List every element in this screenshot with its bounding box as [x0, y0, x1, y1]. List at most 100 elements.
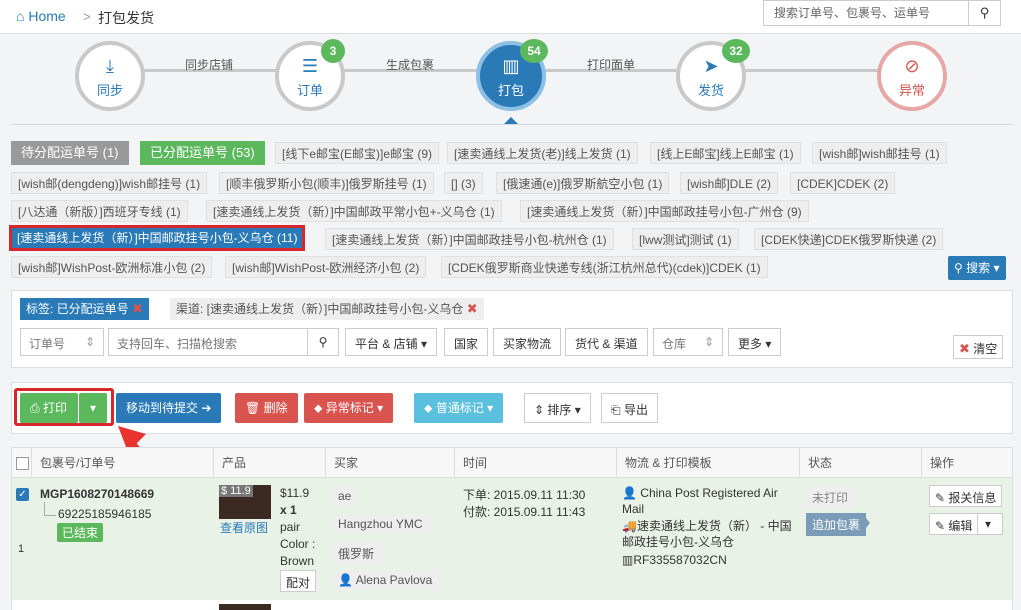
delete-label: 删除 [263, 401, 288, 415]
buyer-logistics-button[interactable]: 买家物流 [493, 328, 562, 356]
step-exception[interactable]: ⊘ 异常 [877, 41, 947, 111]
breadcrumb-separator: > [83, 9, 91, 24]
tab-pending-assign[interactable]: 待分配运单号 (1) [11, 141, 129, 165]
barcode-icon: ▥ [622, 553, 634, 567]
sort-dropdown[interactable]: ⇕ 排序 ▾ [524, 393, 591, 423]
channel-tag[interactable]: [速卖通线上发货（新）]中国邮政挂号小包-广州仓 (9) [520, 200, 809, 222]
platform-store-dropdown[interactable]: 平台 & 店铺 ▾ [345, 328, 438, 356]
chevron-down-icon: ▾ [985, 517, 992, 531]
updown-icon: ⇕ [84, 335, 95, 349]
step-label-sync-store: 同步店铺 [185, 58, 234, 72]
column-header: 物流 & 打印模板 [617, 448, 800, 478]
breadcrumb-home[interactable]: ⌂ Home [16, 8, 66, 24]
view-original-image-link[interactable]: 查看原图 [220, 519, 268, 536]
top-search-input[interactable]: 搜索订单号、包裹号、运单号 [763, 0, 969, 26]
channel-tag[interactable]: [线下e邮宝(E邮宝)]e邮宝 (9) [275, 142, 440, 164]
channel-tag[interactable]: [] (3) [444, 172, 483, 194]
channel-tag[interactable]: [速卖通线上发货（新）]中国邮政平常小包+-义乌仓 (1) [206, 200, 502, 222]
customs-info-label: 报关信息 [948, 491, 997, 505]
active-filter-channel: 渠道: [速卖通线上发货（新）]中国邮政挂号小包-义乌仓 ✖ [170, 298, 484, 320]
scan-search-button[interactable]: ⚲ [307, 328, 339, 356]
price-badge: $ 11.9 [219, 485, 253, 497]
warehouse-select[interactable]: 仓库 ⇕ [653, 328, 723, 356]
exception-mark-button[interactable]: ⬥ 异常标记 ▾ [304, 393, 394, 423]
column-header: 操作 [922, 448, 1012, 478]
sort-label: 排序 [547, 403, 572, 417]
buyer-name: 👤 Alena Pavlova [332, 570, 439, 590]
order-number-select[interactable]: 订单号 ⇕ [20, 328, 104, 356]
channel-tag[interactable]: [wish邮]WishPost-欧洲标准小包 (2) [11, 256, 213, 278]
channel-tag[interactable]: [lww测试]测试 (1) [632, 228, 739, 250]
search-toggle-button[interactable]: ⚲ 搜索 ▾ [948, 256, 1006, 280]
chevron-down-icon: ▾ [89, 401, 97, 415]
normal-mark-button[interactable]: ⬥ 普通标记 ▾ [414, 393, 504, 423]
select-all-checkbox[interactable] [16, 457, 29, 471]
more-dropdown[interactable]: 更多 ▾ [728, 328, 782, 356]
next-row-peek [12, 600, 1012, 610]
column-header: 产品 [214, 448, 326, 478]
channel-tag[interactable]: [wish邮]DLE (2) [680, 172, 779, 194]
move-to-pending-button[interactable]: 移动到待提交 ➔ [116, 393, 222, 423]
tab-assigned[interactable]: 已分配运单号 (53) [140, 141, 265, 165]
channel-tag[interactable]: [速卖通线上发货（新）]中国邮政挂号小包-杭州仓 (1) [325, 228, 614, 250]
step-pack-badge: 54 [520, 39, 548, 63]
edit-button[interactable]: ✎ 编辑 [929, 513, 979, 535]
close-icon[interactable]: ✖ [467, 301, 478, 316]
platform-store-label: 平台 & 店铺 [355, 337, 418, 351]
channel-tag[interactable]: [八达通（新版）]西班牙专线 (1) [11, 200, 188, 222]
customs-info-button[interactable]: ✎ 报关信息 [929, 485, 1003, 507]
goods-channel-button[interactable]: 货代 & 渠道 [565, 328, 648, 356]
close-icon[interactable]: ✖ [132, 301, 143, 316]
export-label: 导出 [623, 403, 648, 417]
country-button[interactable]: 国家 [444, 328, 489, 356]
pay-time: 付款: 2015.09.11 11:43 [463, 505, 586, 519]
add-package-arrow [862, 513, 870, 533]
channel-tag[interactable]: [速卖通线上发货(老)]线上发货 (1) [447, 142, 638, 164]
package-number[interactable]: MGP1608270148669 [40, 487, 154, 501]
updown-icon: ⇕ [703, 335, 714, 349]
exception-mark-label: 异常标记 [325, 401, 374, 415]
channel-tag[interactable]: [CDEK俄罗斯商业快递专线(浙江杭州总代)(cdek)]CDEK (1) [441, 256, 768, 278]
channel-tag-selected[interactable]: [速卖通线上发货（新）]中国邮政挂号小包-义乌仓 (11) [9, 225, 306, 251]
active-filter-channel-label: 渠道: [速卖通线上发货（新）]中国邮政挂号小包-义乌仓 [176, 302, 464, 316]
column-header: 时间 [455, 448, 617, 478]
row-checkbox[interactable]: ✓ [16, 488, 29, 501]
print-icon: ⎙ [30, 401, 40, 415]
search-icon: ⚲ [979, 5, 990, 20]
step-sync[interactable]: ⤓ 同步 [75, 41, 145, 111]
search-icon: ⚲ [318, 335, 328, 349]
channel-tag[interactable]: [线上E邮宝]线上E邮宝 (1) [650, 142, 801, 164]
carrier-text: China Post Registered Air Mail [622, 486, 778, 516]
edit-icon: ✎ [935, 519, 946, 533]
top-search-button[interactable]: ⚲ [968, 0, 1001, 26]
channel-tag[interactable]: [wish邮]wish邮挂号 (1) [812, 142, 947, 164]
step-label-print-label: 打印面单 [587, 58, 636, 72]
print-button[interactable]: ⎙ 打印 [20, 393, 78, 423]
channel-tag[interactable]: [俄速通(e)]俄罗斯航空小包 (1) [496, 172, 670, 194]
breadcrumb-home-link[interactable]: Home [28, 8, 65, 24]
chevron-down-icon: ▾ [993, 261, 1000, 275]
channel-tag[interactable]: [wish邮(dengdeng)]wish邮挂号 (1) [11, 172, 208, 194]
edit-dropdown-toggle[interactable]: ▾ [977, 513, 1003, 535]
export-button[interactable]: ⎗ 导出 [601, 393, 658, 423]
match-button[interactable]: 配对 [280, 570, 317, 592]
delete-button[interactable]: 🗑 删除 [235, 393, 298, 423]
channel-tag[interactable]: [顺丰俄罗斯小包(顺丰)]俄罗斯挂号 (1) [219, 172, 434, 194]
scan-search-input[interactable]: 支持回车、扫描枪搜索 [108, 328, 308, 356]
order-time: 下单: 2015.09.11 11:30 [463, 488, 586, 502]
clear-label: 清空 [973, 342, 998, 356]
user-icon: 👤 [622, 486, 637, 500]
order-number[interactable]: 69225185946185 [58, 507, 151, 521]
step-label-generate-package: 生成包裹 [386, 58, 435, 72]
clear-button[interactable]: ✖ 清空 [953, 335, 1004, 359]
channel-tag[interactable]: [wish邮]WishPost-欧洲经济小包 (2) [225, 256, 427, 278]
channel-tag[interactable]: [CDEK快递]CDEK俄罗斯快递 (2) [754, 228, 944, 250]
step-ship-badge: 32 [722, 39, 750, 63]
status-badge: 已结束 [57, 523, 104, 542]
print-dropdown-toggle[interactable]: ▾ [79, 393, 107, 423]
divider [11, 124, 1013, 125]
channel-tag[interactable]: [CDEK]CDEK (2) [790, 172, 896, 194]
add-package-label[interactable]: 追加包裹 [806, 513, 867, 536]
step-orders-badge: 3 [321, 39, 345, 63]
product-price: $11.9 [280, 486, 310, 500]
